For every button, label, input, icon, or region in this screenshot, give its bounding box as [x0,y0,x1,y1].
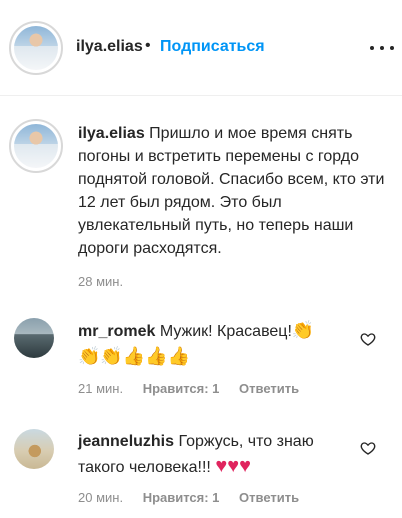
comment-text: Мужик! Красавец! [159,323,292,340]
reply-button[interactable]: Ответить [239,490,299,505]
post-header: ilya.elias • Подписаться [0,0,402,96]
comment-time[interactable]: 21 мин. [78,381,123,396]
profile-avatar[interactable] [9,21,63,75]
commenter-avatar[interactable] [14,318,54,358]
post-timestamp[interactable]: 28 мин. [78,274,123,289]
comment-meta: 21 мин. Нравится: 1 Ответить [78,381,299,396]
post-caption: ilya.elias Пришло и мое время снять пого… [78,122,396,260]
like-heart-icon[interactable] [360,440,376,456]
commenter-avatar[interactable] [14,429,54,469]
header-username[interactable]: ilya.elias [76,38,143,56]
avatar-image [14,124,58,168]
like-heart-icon[interactable] [360,331,376,347]
comment: mr_romek Мужик! Красавец!👏 👏👏👍👍👍 [78,318,348,370]
emoji-row: 👏👏👍👍👍 [78,346,191,366]
dot [380,46,384,50]
comment: jeanneluzhis Горжусь, что знаю такого че… [78,429,348,480]
likes-count[interactable]: Нравится: 1 [143,490,220,505]
more-options-icon[interactable] [370,38,394,58]
avatar-image [14,26,58,70]
separator-dot: • [145,37,151,54]
comment-time[interactable]: 20 мин. [78,490,123,505]
follow-button[interactable]: Подписаться [160,38,265,56]
comment-username[interactable]: mr_romek [78,323,155,340]
clap-emoji: 👏 [291,320,315,340]
hearts-emoji: ♥♥♥ [215,455,251,477]
likes-count[interactable]: Нравится: 1 [143,381,220,396]
caption-username[interactable]: ilya.elias [78,125,145,142]
caption-avatar[interactable] [9,119,63,173]
dot [390,46,394,50]
reply-button[interactable]: Ответить [239,381,299,396]
comment-meta: 20 мин. Нравится: 1 Ответить [78,490,299,505]
caption-text: Пришло и мое время снять погоны и встрет… [78,125,385,257]
dot [370,46,374,50]
comment-username[interactable]: jeanneluzhis [78,433,174,450]
